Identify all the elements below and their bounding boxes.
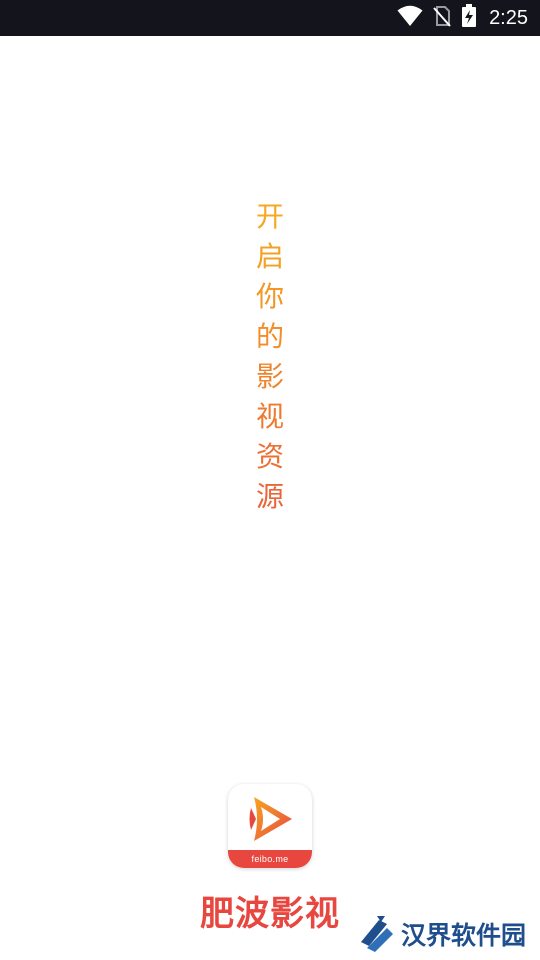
slogan-char: 启: [255, 240, 284, 273]
slogan-char: 你: [255, 280, 284, 313]
slogan-char: 源: [255, 480, 284, 513]
battery-charging-icon: [461, 4, 477, 32]
slogan-char: 开: [255, 200, 284, 233]
watermark-text: 汉界软件园: [400, 921, 526, 950]
status-bar: 2:25: [0, 0, 540, 36]
slogan-char: 视: [255, 400, 284, 433]
slogan-char: 影: [255, 360, 284, 393]
wifi-icon: [397, 5, 423, 31]
slogan-char: 的: [255, 320, 284, 353]
app-name: 肥波影视: [200, 894, 340, 934]
app-icon-domain: feibo.me: [251, 854, 289, 864]
slogan: 开 启 你 的 影 视 资 源: [250, 197, 290, 517]
play-logo-icon: [248, 794, 296, 848]
status-time: 2:25: [489, 6, 528, 29]
slogan-char: 资: [255, 440, 284, 473]
watermark: 汉界软件园: [357, 912, 526, 956]
no-sim-icon: [433, 5, 451, 31]
app-icon-band: feibo.me: [228, 850, 312, 868]
status-icons: 2:25: [397, 0, 528, 36]
app-logo: feibo.me: [228, 784, 312, 868]
watermark-logo-icon: [357, 912, 397, 956]
